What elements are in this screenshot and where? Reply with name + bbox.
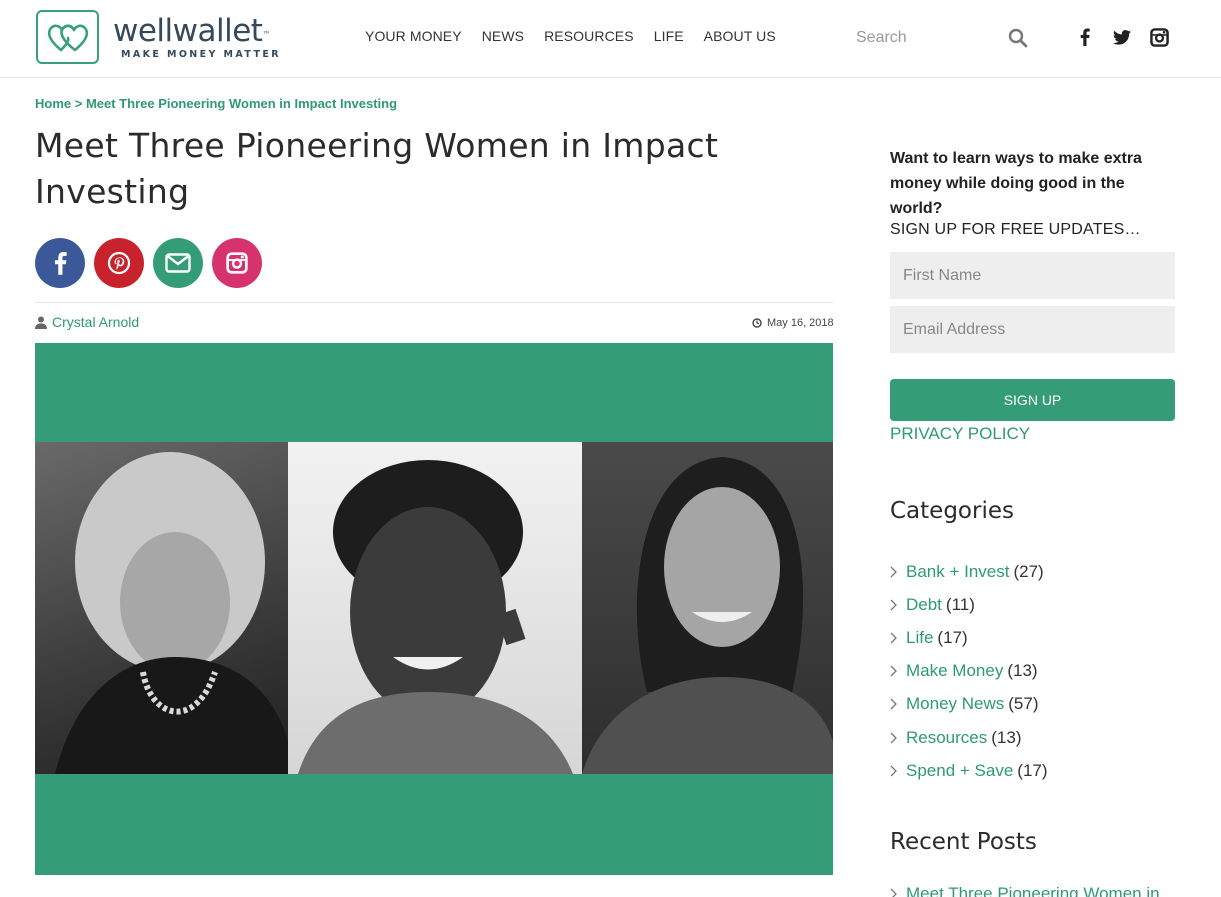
search-icon[interactable] xyxy=(1008,28,1030,50)
logo-wordmark: wellwallet™ MAKE MONEY MATTER xyxy=(113,15,281,60)
article-author[interactable]: Crystal Arnold xyxy=(35,314,139,330)
user-icon xyxy=(35,316,47,329)
logo-tm: ™ xyxy=(262,29,270,39)
list-item: Bank + Invest (27) xyxy=(890,555,1048,588)
category-count: (57) xyxy=(1008,694,1039,714)
breadcrumb-current[interactable]: Meet Three Pioneering Women in Impact In… xyxy=(86,96,397,111)
list-item: Life (17) xyxy=(890,621,1048,654)
category-count: (13) xyxy=(1007,661,1038,681)
chevron-right-icon xyxy=(890,698,897,710)
share-email-button[interactable] xyxy=(153,238,203,288)
category-count: (11) xyxy=(945,594,975,614)
twitter-icon[interactable] xyxy=(1112,26,1132,48)
categories-list: Bank + Invest (27) Debt (11) Life (17) Make… xyxy=(890,555,1048,787)
divider xyxy=(35,302,833,303)
signup-headline: Want to learn ways to make extra money w… xyxy=(890,150,1142,217)
breadcrumb: Home > Meet Three Pioneering Women in Im… xyxy=(35,96,397,111)
list-item: Make Money (13) xyxy=(890,655,1048,688)
chevron-right-icon xyxy=(890,732,897,744)
facebook-icon xyxy=(54,251,67,275)
author-name[interactable]: Crystal Arnold xyxy=(52,314,139,330)
category-count: (17) xyxy=(1017,760,1048,780)
site-header: wellwallet™ MAKE MONEY MATTER YOUR MONEY… xyxy=(0,0,1221,78)
nav-your-money[interactable]: YOUR MONEY xyxy=(365,28,462,44)
category-link-resources[interactable]: Resources xyxy=(906,728,987,748)
category-count: (27) xyxy=(1013,561,1044,581)
categories-heading: Categories xyxy=(890,498,1014,524)
share-instagram-button[interactable] xyxy=(212,238,262,288)
recent-post-item: Meet Three Pioneering Women in xyxy=(890,884,1160,897)
recent-post-link[interactable]: Meet Three Pioneering Women in xyxy=(906,884,1160,897)
chevron-right-icon xyxy=(890,632,897,644)
portrait-photo-1 xyxy=(35,442,288,774)
nav-life[interactable]: LIFE xyxy=(654,28,684,44)
pinterest-icon xyxy=(107,251,131,275)
facebook-icon[interactable] xyxy=(1075,26,1095,48)
category-link-spend-save[interactable]: Spend + Save xyxy=(906,761,1013,781)
chevron-right-icon xyxy=(890,599,897,611)
list-item: Debt (11) xyxy=(890,588,1048,621)
date-text: May 16, 2018 xyxy=(767,317,834,329)
clock-icon xyxy=(752,318,762,328)
breadcrumb-separator: > xyxy=(71,96,86,111)
instagram-icon xyxy=(226,252,248,274)
portrait-photo-2 xyxy=(288,442,582,774)
category-link-money-news[interactable]: Money News xyxy=(906,694,1004,714)
category-count: (17) xyxy=(937,627,968,647)
email-icon xyxy=(165,253,191,273)
sign-up-button[interactable]: SIGN UP xyxy=(890,379,1175,421)
email-field[interactable] xyxy=(890,306,1175,353)
main-nav: YOUR MONEY NEWS RESOURCES LIFE ABOUT US xyxy=(365,28,796,44)
first-name-field[interactable] xyxy=(890,252,1175,299)
portrait-photo-3 xyxy=(582,442,833,774)
nav-resources[interactable]: RESOURCES xyxy=(544,28,634,44)
category-count: (13) xyxy=(991,727,1022,747)
recent-posts-heading: Recent Posts xyxy=(890,829,1037,855)
breadcrumb-home[interactable]: Home xyxy=(35,96,71,111)
article-date: May 16, 2018 xyxy=(752,317,834,329)
search-box xyxy=(856,26,1031,50)
instagram-icon[interactable] xyxy=(1149,26,1169,48)
featured-image xyxy=(35,343,833,875)
list-item: Spend + Save (17) xyxy=(890,754,1048,787)
logo-name: wellwallet xyxy=(113,12,263,49)
logo-hearts-icon xyxy=(36,10,99,64)
nav-news[interactable]: NEWS xyxy=(482,28,524,44)
list-item: Resources (13) xyxy=(890,721,1048,754)
share-facebook-button[interactable] xyxy=(35,238,85,288)
category-link-make-money[interactable]: Make Money xyxy=(906,661,1003,681)
chevron-right-icon xyxy=(890,888,897,897)
chevron-right-icon xyxy=(890,665,897,677)
logo-tagline: MAKE MONEY MATTER xyxy=(121,48,281,60)
share-pinterest-button[interactable] xyxy=(94,238,144,288)
category-link-bank-invest[interactable]: Bank + Invest xyxy=(906,562,1009,582)
chevron-right-icon xyxy=(890,566,897,578)
site-logo[interactable]: wellwallet™ MAKE MONEY MATTER xyxy=(36,10,281,64)
header-social-links xyxy=(1075,26,1186,48)
share-buttons xyxy=(35,238,271,288)
signup-subhead: SIGN UP FOR FREE UPDATES… xyxy=(890,221,1141,238)
list-item: Money News (57) xyxy=(890,688,1048,721)
search-input[interactable] xyxy=(856,26,996,50)
nav-about-us[interactable]: ABOUT US xyxy=(704,28,776,44)
article-title: Meet Three Pioneering Women in Impact In… xyxy=(35,126,719,211)
privacy-policy-link[interactable]: PRIVACY POLICY xyxy=(890,424,1030,444)
chevron-right-icon xyxy=(890,765,897,777)
category-link-debt[interactable]: Debt xyxy=(906,595,942,615)
category-link-life[interactable]: Life xyxy=(906,628,933,648)
